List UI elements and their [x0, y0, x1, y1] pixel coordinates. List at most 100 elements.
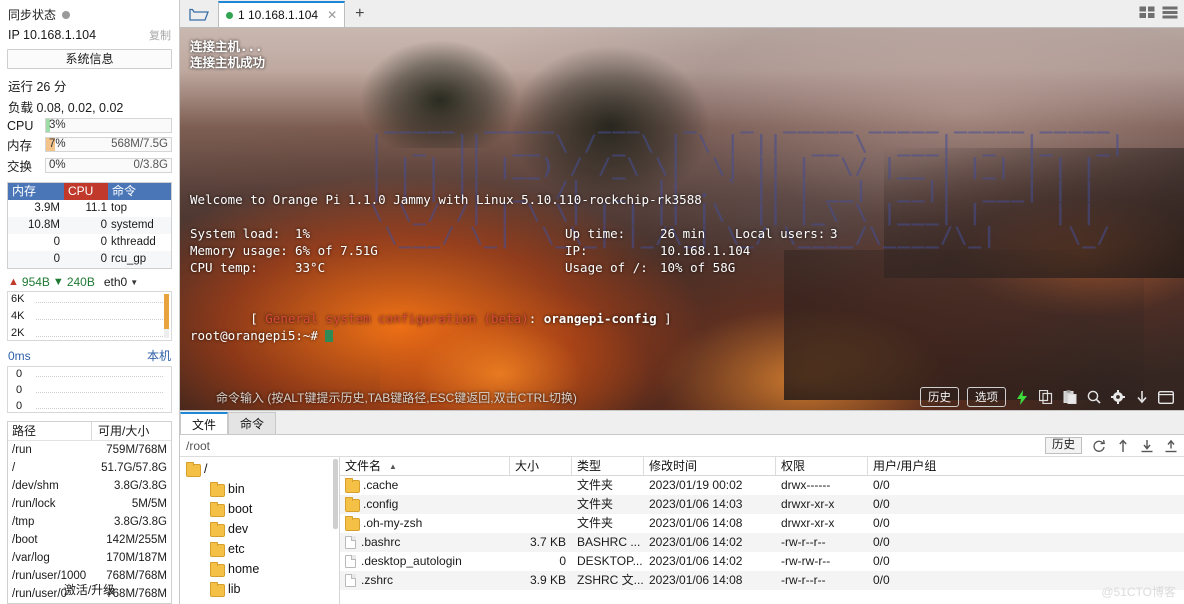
- search-icon[interactable]: [1086, 389, 1102, 405]
- disk-col-path[interactable]: 路径: [8, 422, 92, 440]
- sync-status-label: 同步状态: [8, 8, 57, 22]
- file-permissions: -rw-r--r--: [781, 535, 826, 549]
- disk-size: 170M/187M: [106, 552, 167, 564]
- grid-view-icon[interactable]: [1139, 6, 1155, 22]
- tab-commands[interactable]: 命令: [228, 412, 276, 434]
- tree-scrollbar[interactable]: [333, 459, 338, 529]
- folder-icon: [210, 581, 225, 597]
- folder-icon: [210, 541, 225, 557]
- table-row[interactable]: .bashrc 3.7 KB BASHRC ... 2023/01/06 14:…: [340, 533, 1184, 552]
- history-button[interactable]: 历史: [920, 387, 959, 407]
- window-icon[interactable]: [1158, 389, 1174, 405]
- table-row[interactable]: /tmp 3.8G/3.8G: [8, 513, 171, 531]
- copy-ip-button[interactable]: 复制: [149, 27, 171, 43]
- process-cpu: 0: [100, 253, 107, 265]
- new-tab-button[interactable]: +: [345, 3, 374, 27]
- tree-item-etc[interactable]: etc: [180, 539, 339, 559]
- folder-open-icon[interactable]: [180, 1, 218, 27]
- latency-chart: 0 0 0: [7, 366, 172, 413]
- tab-files[interactable]: 文件: [180, 412, 228, 434]
- file-permissions: drwx------: [781, 478, 831, 492]
- directory-tree[interactable]: / bin boot dev etc home lib: [180, 457, 340, 604]
- folder-icon: [186, 461, 201, 477]
- options-button[interactable]: 选项: [967, 387, 1006, 407]
- lightning-icon[interactable]: [1014, 389, 1030, 405]
- network-chart-scrollbar[interactable]: [164, 294, 169, 339]
- table-row[interactable]: /dev/shm 3.8G/3.8G: [8, 477, 171, 495]
- file-name: .config: [363, 497, 399, 511]
- gear-icon[interactable]: [1110, 389, 1126, 405]
- tree-item-boot[interactable]: boot: [180, 499, 339, 519]
- copy-icon[interactable]: [1038, 389, 1054, 405]
- system-info-button[interactable]: 系统信息: [7, 49, 172, 69]
- current-path-label[interactable]: /root: [186, 439, 210, 453]
- disk-path: /boot: [12, 534, 38, 546]
- table-row[interactable]: 10.8M 0 systemd: [8, 217, 171, 234]
- terminal-output[interactable]: 连接主机... 连接主机成功 _____ _____ ___ _ _ _____…: [180, 28, 1184, 410]
- close-icon[interactable]: ✕: [327, 8, 337, 22]
- list-view-icon[interactable]: [1162, 6, 1178, 22]
- tree-item-root[interactable]: /: [180, 459, 339, 479]
- tree-item-lib[interactable]: lib: [180, 579, 339, 599]
- file-manager-panel: 文件 命令 /root 历史 / bin boot dev etc home l…: [180, 410, 1184, 604]
- table-row[interactable]: 3.9M 11.1 top: [8, 200, 171, 217]
- paste-icon[interactable]: [1062, 389, 1078, 405]
- file-manager-toolbar: 历史: [1045, 437, 1178, 454]
- chevron-down-icon[interactable]: ▼: [130, 278, 138, 287]
- process-col-command[interactable]: 命令: [108, 183, 171, 200]
- file-owner: 0/0: [873, 478, 890, 492]
- download-icon[interactable]: [1139, 438, 1154, 453]
- tree-item-dev[interactable]: dev: [180, 519, 339, 539]
- column-header-name[interactable]: 文件名 ▲: [340, 457, 510, 475]
- column-header-size[interactable]: 大小: [510, 457, 572, 475]
- upload-icon[interactable]: [1163, 438, 1178, 453]
- latency-y-label-2: 0: [16, 384, 23, 397]
- table-row[interactable]: /run 759M/768M: [8, 441, 171, 459]
- column-header-owner[interactable]: 用户/用户组: [868, 457, 958, 475]
- refresh-icon[interactable]: [1091, 438, 1106, 453]
- download-icon[interactable]: [1134, 389, 1150, 405]
- table-row[interactable]: .zshrc 3.9 KB ZSHRC 文... 2023/01/06 14:0…: [340, 571, 1184, 590]
- table-row[interactable]: 0 0 rcu_gp: [8, 251, 171, 268]
- view-mode-controls: [1139, 6, 1178, 22]
- file-name: .cache: [363, 478, 399, 492]
- tree-item-home[interactable]: home: [180, 559, 339, 579]
- sync-status-row: 同步状态: [4, 0, 175, 25]
- disk-size: 142M/255M: [106, 534, 167, 546]
- table-row[interactable]: /var/log 170M/187M: [8, 549, 171, 567]
- table-row[interactable]: .cache 文件夹 2023/01/19 00:02 drwx------ 0…: [340, 476, 1184, 495]
- process-col-cpu[interactable]: CPU: [64, 183, 108, 200]
- network-traffic-chart: 6K 4K 2K: [7, 291, 172, 342]
- process-col-memory[interactable]: 内存: [8, 183, 64, 200]
- table-row[interactable]: .config 文件夹 2023/01/06 14:03 drwxr-xr-x …: [340, 495, 1184, 514]
- table-row[interactable]: .desktop_autologin 0 DESKTOP... 2023/01/…: [340, 552, 1184, 571]
- file-mtime: 2023/01/06 14:02: [649, 554, 743, 568]
- terminal-tab-1[interactable]: 1 10.168.1.104 ✕: [218, 1, 346, 27]
- latency-target-label[interactable]: 本机: [147, 347, 171, 364]
- tree-item-bin[interactable]: bin: [180, 479, 339, 499]
- file-permissions: -rw-r--r--: [781, 573, 826, 587]
- table-row[interactable]: /boot 142M/255M: [8, 531, 171, 549]
- command-input-hint[interactable]: 命令输入 (按ALT键提示历史,TAB键路径,ESC键返回,双击CTRL切换): [216, 389, 577, 406]
- column-header-mtime[interactable]: 修改时间: [644, 457, 776, 475]
- file-type: BASHRC ...: [577, 535, 641, 549]
- table-row[interactable]: /run/lock 5M/5M: [8, 495, 171, 513]
- activate-upgrade-button[interactable]: 激活/升级: [0, 581, 179, 598]
- table-row[interactable]: / 51.7G/57.8G: [8, 459, 171, 477]
- disk-size: 3.8G/3.8G: [113, 480, 167, 492]
- file-manager-tabs: 文件 命令: [180, 411, 1184, 435]
- table-row[interactable]: .oh-my-zsh 文件夹 2023/01/06 14:08 drwxr-xr…: [340, 514, 1184, 533]
- upload-arrow-icon[interactable]: [1115, 438, 1130, 453]
- disk-col-size[interactable]: 可用/大小: [92, 422, 171, 440]
- memory-meter-detail: 568M/7.5G: [111, 138, 168, 150]
- column-header-type[interactable]: 类型: [572, 457, 644, 475]
- file-name: .oh-my-zsh: [363, 516, 423, 530]
- latency-row: 0ms 本机: [4, 341, 175, 366]
- column-header-permissions[interactable]: 权限: [776, 457, 868, 475]
- process-table: 内存 CPU 命令 3.9M 11.1 top 10.8M 0 systemd …: [7, 182, 172, 269]
- history-button[interactable]: 历史: [1045, 437, 1082, 454]
- table-row[interactable]: 0 0 kthreadd: [8, 234, 171, 251]
- memory-meter-value: 7%: [49, 138, 66, 150]
- network-interface-label[interactable]: eth0: [104, 275, 127, 289]
- stat-value-ip: 10.168.1.104: [660, 243, 751, 258]
